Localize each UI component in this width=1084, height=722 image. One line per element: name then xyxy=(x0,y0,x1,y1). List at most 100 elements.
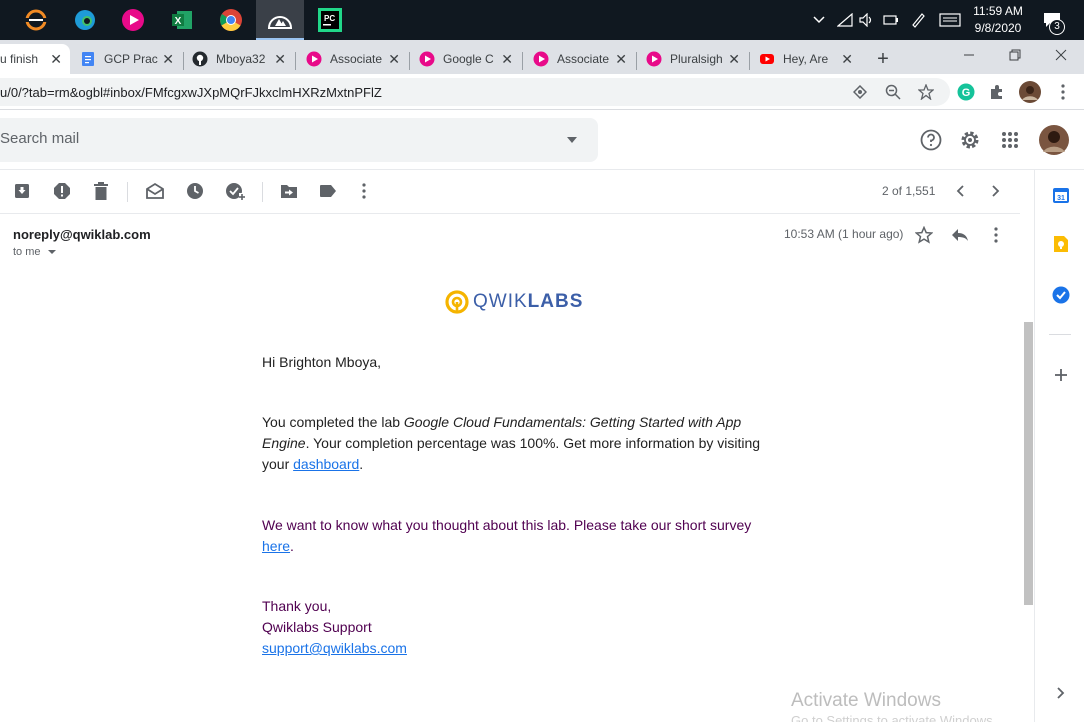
tab-associate-1[interactable]: Associate ✕ xyxy=(298,44,408,74)
close-icon[interactable]: ✕ xyxy=(162,51,174,68)
close-icon[interactable]: ✕ xyxy=(50,51,62,68)
tab-youtube[interactable]: Hey, Are ✕ xyxy=(751,44,861,74)
close-icon[interactable]: ✕ xyxy=(728,51,740,68)
close-icon[interactable]: ✕ xyxy=(274,51,286,68)
chevron-up-icon[interactable] xyxy=(810,0,828,40)
signature: Thank you, Qwiklabs Support support@qwik… xyxy=(262,596,762,659)
taskbar-clock[interactable]: 11:59 AM 9/8/2020 xyxy=(968,3,1028,37)
search-input[interactable] xyxy=(0,130,520,147)
label-icon[interactable] xyxy=(318,181,338,201)
google-docs-icon xyxy=(82,52,94,66)
bookmark-star-icon[interactable] xyxy=(917,83,935,101)
grammarly-icon[interactable]: G xyxy=(957,83,975,101)
older-chevron-right-icon[interactable] xyxy=(986,181,1006,201)
sign-thanks: Thank you, xyxy=(262,598,332,614)
eye-icon[interactable] xyxy=(851,83,869,101)
tab-gcp-practice[interactable]: GCP Prac ✕ xyxy=(72,44,182,74)
close-icon[interactable]: ✕ xyxy=(841,51,853,68)
star-icon[interactable] xyxy=(914,225,934,245)
greeting: Hi Brighton Mboya, xyxy=(262,354,382,370)
excel-icon[interactable]: X xyxy=(158,0,206,40)
eclipse-icon[interactable] xyxy=(12,0,60,40)
address-bar[interactable]: u/0/?tab=rm&ogbl#inbox/FMfcgxwJXpMQrFJkx… xyxy=(0,78,950,106)
keep-icon[interactable] xyxy=(1051,234,1071,254)
keyboard-icon[interactable] xyxy=(937,0,963,40)
tab-github[interactable]: Mboya32 ✕ xyxy=(184,44,294,74)
pagination-count: 2 of 1,551 xyxy=(882,184,936,198)
message-more-icon[interactable] xyxy=(986,225,1006,245)
tab-title: Pluralsigh xyxy=(670,52,723,66)
restore-icon[interactable] xyxy=(992,40,1038,70)
completion-paragraph: You completed the lab Google Cloud Funda… xyxy=(262,412,762,475)
newer-chevron-left-icon[interactable] xyxy=(950,181,970,201)
activate-windows-watermark: Activate Windows xyxy=(791,690,941,711)
window-close-icon[interactable] xyxy=(1038,40,1084,70)
pluralsight-app-icon[interactable] xyxy=(109,0,157,40)
zoom-icon[interactable] xyxy=(884,83,902,101)
search-bar[interactable] xyxy=(0,118,598,162)
support-email-link[interactable]: support@qwiklabs.com xyxy=(262,640,407,656)
expand-panel-chevron-icon[interactable] xyxy=(1051,683,1071,703)
details-dropdown-icon[interactable] xyxy=(47,249,56,255)
calendar-icon[interactable]: 31 xyxy=(1051,185,1071,205)
wifi-icon[interactable] xyxy=(835,0,855,40)
report-spam-icon[interactable] xyxy=(52,181,72,201)
close-icon[interactable]: ✕ xyxy=(388,51,400,68)
app-logo-icon[interactable] xyxy=(256,0,304,40)
dashboard-link[interactable]: dashboard xyxy=(293,456,359,472)
account-avatar[interactable] xyxy=(1039,125,1069,155)
mark-unread-icon[interactable] xyxy=(145,181,165,201)
add-to-tasks-icon[interactable] xyxy=(225,181,245,201)
pluralsight-icon xyxy=(306,51,322,67)
survey-link[interactable]: here xyxy=(262,538,290,554)
tab-title: Hey, Are xyxy=(783,52,829,66)
recipient-label: to me xyxy=(13,246,41,258)
windows-taskbar: X PC 11:59 AM 9/8/2020 3 xyxy=(0,0,1084,40)
tab-title: Mboya32 xyxy=(216,52,266,66)
apps-grid-icon[interactable] xyxy=(998,128,1022,152)
tab-gmail-active[interactable]: u finish ✕ xyxy=(0,44,70,74)
extensions-puzzle-icon[interactable] xyxy=(988,83,1006,101)
github-icon xyxy=(192,51,208,67)
profile-avatar[interactable] xyxy=(1019,81,1041,103)
tab-title: Google C xyxy=(443,52,494,66)
qwiklabs-logo: QWIKLABS xyxy=(445,289,583,315)
move-to-icon[interactable] xyxy=(279,181,299,201)
delete-trash-icon[interactable] xyxy=(91,181,111,201)
p2-end: . xyxy=(290,538,294,554)
pen-icon[interactable] xyxy=(908,0,928,40)
sender-address[interactable]: noreply@qwiklab.com xyxy=(13,227,151,242)
chrome-icon[interactable] xyxy=(207,0,255,40)
close-icon[interactable]: ✕ xyxy=(615,51,627,68)
notification-badge: 3 xyxy=(1049,19,1065,35)
youtube-icon xyxy=(760,54,774,64)
reply-icon[interactable] xyxy=(950,225,970,245)
edge-icon[interactable] xyxy=(61,0,109,40)
side-panel: 31 xyxy=(1034,170,1084,722)
svg-text:G: G xyxy=(962,87,971,99)
pycharm-icon[interactable]: PC xyxy=(306,0,354,40)
tab-google-cloud[interactable]: Google C ✕ xyxy=(411,44,521,74)
close-icon[interactable]: ✕ xyxy=(501,51,513,68)
search-options-dropdown-icon[interactable] xyxy=(560,128,584,152)
battery-icon[interactable] xyxy=(881,0,901,40)
new-tab-plus-icon[interactable]: + xyxy=(872,44,894,74)
tab-title: Associate xyxy=(330,52,383,66)
scrollbar-thumb[interactable] xyxy=(1024,322,1033,605)
tab-associate-2[interactable]: Associate ✕ xyxy=(525,44,635,74)
tab-pluralsight[interactable]: Pluralsigh ✕ xyxy=(638,44,748,74)
snooze-clock-icon[interactable] xyxy=(185,181,205,201)
settings-gear-icon[interactable] xyxy=(958,128,982,152)
more-options-icon[interactable] xyxy=(354,181,374,201)
browser-menu-icon[interactable] xyxy=(1054,83,1072,101)
pluralsight-icon xyxy=(419,51,435,67)
message-toolbar: 2 of 1,551 xyxy=(0,170,1020,214)
tasks-icon[interactable] xyxy=(1051,285,1071,305)
archive-icon[interactable] xyxy=(12,181,32,201)
minimize-icon[interactable] xyxy=(946,40,992,70)
help-icon[interactable] xyxy=(919,128,943,152)
svg-text:31: 31 xyxy=(1057,195,1065,202)
volume-icon[interactable] xyxy=(857,0,877,40)
recipient-details[interactable]: to me xyxy=(13,246,56,258)
get-addons-plus-icon[interactable] xyxy=(1051,365,1071,385)
